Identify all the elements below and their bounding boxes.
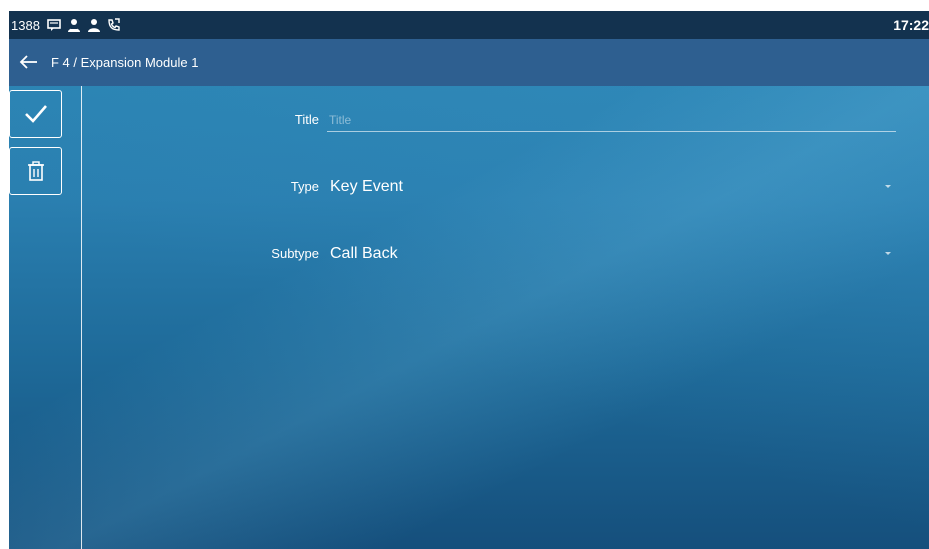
breadcrumb: F 4 / Expansion Module 1 bbox=[51, 55, 199, 70]
clock: 17:22 bbox=[893, 17, 929, 33]
title-bar: F 4 / Expansion Module 1 bbox=[9, 39, 929, 86]
subtype-dropdown-icon[interactable] bbox=[885, 252, 891, 255]
title-label: Title bbox=[294, 112, 319, 127]
phone-screen: 1388 17:22 F 4 / Expansion Module 1 Titl… bbox=[9, 11, 929, 549]
title-row: Title bbox=[82, 100, 929, 140]
voicemail-icon bbox=[47, 19, 61, 31]
subtype-row[interactable]: Subtype Call Back bbox=[82, 234, 929, 274]
account-number: 1388 bbox=[11, 17, 40, 33]
checkmark-icon bbox=[24, 105, 47, 123]
type-label: Type bbox=[290, 179, 319, 194]
subtype-label: Subtype bbox=[271, 246, 319, 261]
save-button[interactable] bbox=[9, 90, 62, 138]
status-left-group: 1388 bbox=[9, 11, 126, 39]
contacts-icon bbox=[67, 19, 80, 32]
call-forward-icon bbox=[108, 18, 120, 31]
back-arrow-icon[interactable] bbox=[17, 51, 41, 73]
type-row[interactable]: Type Key Event bbox=[82, 167, 929, 207]
status-bar: 1388 17:22 bbox=[9, 11, 929, 39]
type-select[interactable]: Key Event bbox=[330, 167, 403, 207]
type-dropdown-icon[interactable] bbox=[885, 185, 891, 188]
contact-icon bbox=[87, 19, 100, 32]
delete-button[interactable] bbox=[9, 147, 62, 195]
trash-icon bbox=[27, 161, 44, 181]
title-input[interactable] bbox=[327, 109, 896, 132]
subtype-select[interactable]: Call Back bbox=[330, 234, 398, 274]
sidebar bbox=[9, 86, 82, 549]
